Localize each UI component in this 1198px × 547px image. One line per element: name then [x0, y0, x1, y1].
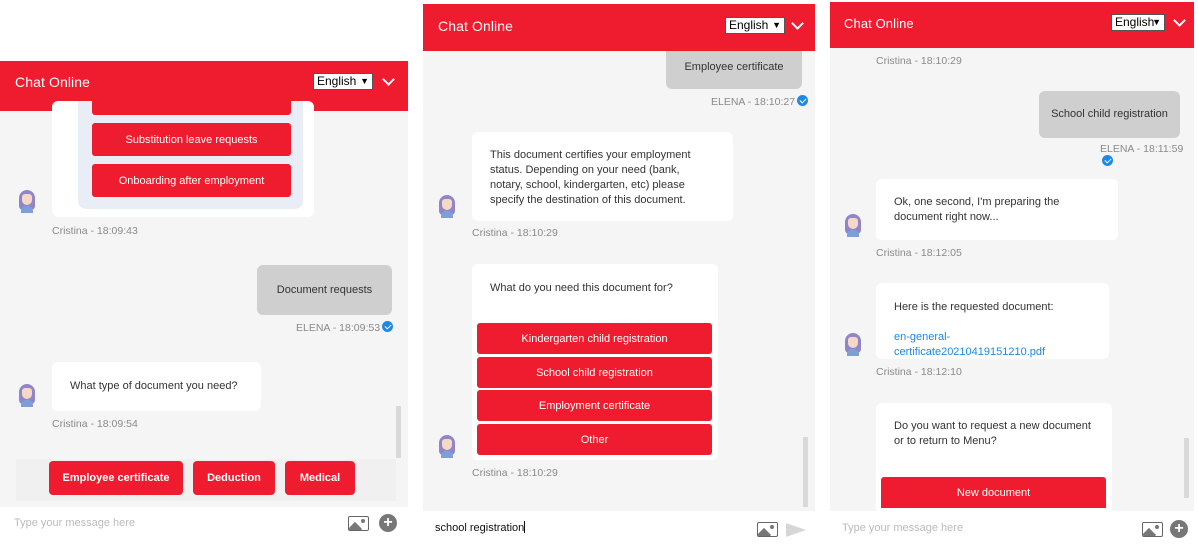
- image-attach-icon[interactable]: [757, 522, 778, 537]
- plus-icon[interactable]: +: [1170, 520, 1188, 538]
- chat-header: Chat Online English ▼: [423, 4, 815, 51]
- timestamp: Cristina - 18:12:10: [876, 366, 962, 378]
- language-select[interactable]: English ▼: [313, 73, 373, 90]
- message-input-bar: Type your message here +: [0, 507, 408, 547]
- collapse-chevron-icon[interactable]: [791, 19, 803, 31]
- message-input[interactable]: Type your message here: [842, 522, 963, 534]
- collapse-chevron-icon[interactable]: [1173, 16, 1185, 28]
- text-caret: [524, 521, 526, 533]
- bot-avatar: [844, 332, 862, 356]
- timestamp: ELENA - 18:09:53: [296, 321, 394, 334]
- timestamp: ELENA - 18:11:59: [1100, 143, 1194, 168]
- chat-header: Chat Online English ▼: [830, 2, 1194, 48]
- send-icon[interactable]: [786, 523, 806, 537]
- user-message: Document requests: [257, 265, 392, 315]
- timestamp: Cristina - 18:09:43: [52, 225, 138, 237]
- scrollbar[interactable]: [1184, 438, 1189, 498]
- bot-message-document: Here is the requested document: en-gener…: [876, 283, 1109, 359]
- option-employment[interactable]: Employment certificate: [477, 390, 712, 421]
- option-kindergarten[interactable]: Kindergarten child registration: [477, 323, 712, 354]
- chat-title: Chat Online: [438, 18, 514, 34]
- plus-icon[interactable]: +: [379, 514, 397, 532]
- image-attach-icon[interactable]: [1142, 522, 1163, 537]
- chevron-down-icon: ▼: [772, 20, 781, 30]
- scrollbar[interactable]: [803, 437, 808, 507]
- chat-title: Chat Online: [15, 74, 91, 90]
- menu-button-onboarding[interactable]: Onboarding after employment: [92, 164, 291, 197]
- chevron-down-icon: ▼: [360, 76, 369, 86]
- bot-avatar: [438, 194, 456, 218]
- collapse-chevron-icon[interactable]: [382, 75, 394, 87]
- chat-panel-2: Chat Online English ▼ Employee certificat…: [423, 4, 815, 547]
- menu-card: [52, 101, 314, 217]
- new-document-button[interactable]: New document: [881, 477, 1106, 508]
- scrollbar[interactable]: [396, 406, 401, 458]
- bot-message: What type of document you need?: [52, 362, 261, 411]
- message-input-bar: Type your message here +: [830, 511, 1194, 547]
- timestamp: Cristina - 18:09:54: [52, 418, 138, 430]
- chat-panel-1: Chat Online English ▼ Substitution leave …: [0, 61, 408, 547]
- timestamp: Cristina - 18:10:29: [472, 227, 558, 239]
- bot-avatar: [844, 213, 862, 237]
- document-link[interactable]: en-general-certificate20210419151210.pdf: [894, 330, 1091, 360]
- read-check-icon: [1102, 155, 1113, 166]
- bot-avatar: [18, 383, 36, 407]
- timestamp: ELENA - 18:10:27: [711, 95, 809, 108]
- menu-button-substitution[interactable]: Substitution leave requests: [92, 123, 291, 156]
- option-school[interactable]: School child registration: [477, 357, 712, 388]
- chevron-down-icon: ▼: [1152, 17, 1161, 27]
- timestamp: Cristina - 18:10:29: [876, 55, 962, 67]
- bot-message: Ok, one second, I'm preparing the docume…: [876, 179, 1118, 240]
- quick-reply-deduction[interactable]: Deduction: [193, 461, 275, 495]
- chat-panel-3: Chat Online English ▼ Cristina - 18:10:29…: [830, 2, 1194, 547]
- bot-avatar: [18, 189, 36, 213]
- quick-reply-employee-certificate[interactable]: Employee certificate: [49, 461, 183, 495]
- language-select[interactable]: English ▼: [1111, 14, 1165, 31]
- user-message: School child registration: [1039, 91, 1180, 138]
- message-input-bar: school registration: [423, 511, 815, 547]
- read-check-icon: [382, 321, 394, 332]
- message-input[interactable]: school registration: [435, 521, 526, 534]
- timestamp: Cristina - 18:12:05: [876, 247, 962, 259]
- message-input[interactable]: Type your message here: [14, 517, 135, 529]
- option-other[interactable]: Other: [477, 424, 712, 455]
- image-attach-icon[interactable]: [348, 516, 369, 531]
- user-message: Employee certificate: [666, 51, 802, 89]
- menu-button-cut[interactable]: [92, 101, 291, 115]
- read-check-icon: [797, 95, 809, 106]
- chat-title: Chat Online: [844, 16, 914, 31]
- bot-avatar: [438, 434, 456, 458]
- quick-reply-medical[interactable]: Medical: [285, 461, 355, 495]
- bot-message: This document certifies your employment …: [472, 132, 733, 221]
- timestamp: Cristina - 18:10:29: [472, 467, 558, 479]
- language-select[interactable]: English ▼: [725, 17, 785, 34]
